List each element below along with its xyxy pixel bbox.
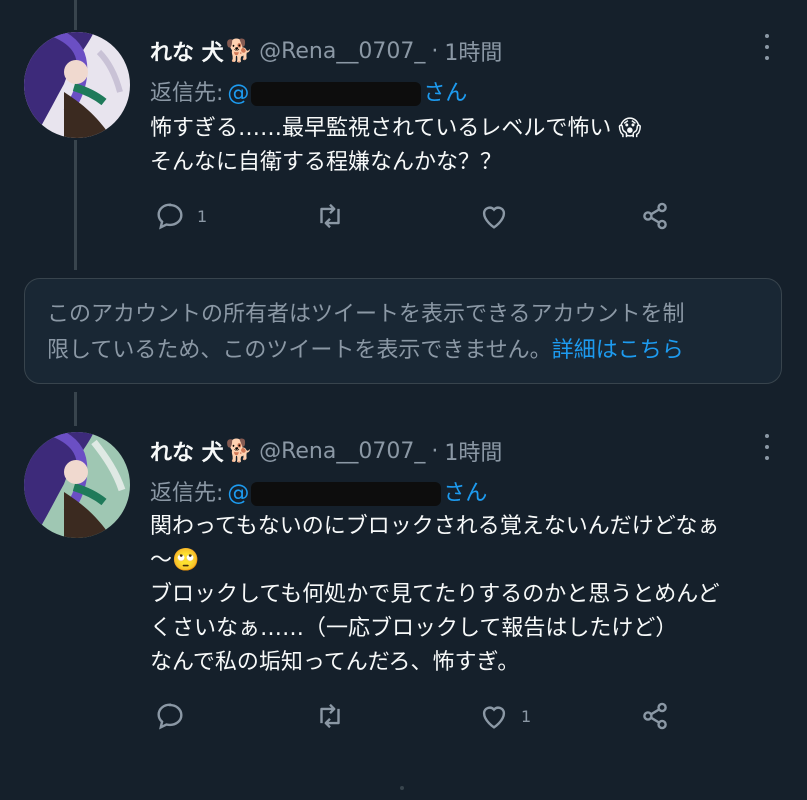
reply-to-label: 返信先: <box>150 81 224 106</box>
tweet-header: れな 犬 🐕 @Rena__0707_ · 1時間 <box>150 35 502 67</box>
user-handle[interactable]: @Rena__0707_ <box>259 439 425 464</box>
tweet-text-line: くさいなぁ……（一応ブロックして報告はしたけど） <box>150 616 678 641</box>
share-icon <box>643 702 667 730</box>
share-button[interactable] <box>638 199 672 233</box>
reply-to-suffix: さん <box>443 481 488 506</box>
retweet-button[interactable] <box>313 199 357 233</box>
avatar[interactable] <box>24 32 130 138</box>
tweet-text-line: 関わってもないのにブロックされる覚えないんだけどなぁ <box>150 514 720 539</box>
notice-text: 限しているため、このツイートを表示できません。 <box>47 338 552 363</box>
dog-emoji: 🐕 <box>225 438 254 464</box>
tweet[interactable]: れな 犬 🐕 @Rena__0707_ · 1時間 返信先: @ さん 関わっても… <box>0 400 807 740</box>
reply-to-user[interactable]: @ さん <box>227 475 487 507</box>
dog-emoji: 🐕 <box>225 38 254 64</box>
redaction <box>251 82 422 106</box>
tweet-header: れな 犬 🐕 @Rena__0707_ · 1時間 <box>150 435 502 467</box>
tweet-text: 怖すぎる……最早監視されているレベルで怖い 😱 そんなに自衛する程嫌なんかな？？ <box>150 112 770 180</box>
share-button[interactable] <box>638 699 672 733</box>
user-handle[interactable]: @Rena__0707_ <box>259 39 425 64</box>
retweet-icon <box>320 703 340 729</box>
tweet-text-line: 〜🙄 <box>150 548 200 573</box>
notice-text-line: 限しているため、このツイートを表示できません。詳細はこちら <box>47 333 759 369</box>
like-button[interactable] <box>477 199 521 233</box>
tweet-text-line: 怖すぎる……最早監視されているレベルで怖い 😱 <box>150 116 642 141</box>
restricted-tweet-notice: このアカウントの所有者はツイートを表示できるアカウントを制 限しているため、この… <box>24 278 782 384</box>
notice-text-line: このアカウントの所有者はツイートを表示できるアカウントを制 <box>47 302 685 327</box>
reply-button[interactable] <box>153 699 197 733</box>
tweet-actions: 1 <box>150 699 680 733</box>
separator: · <box>431 438 439 464</box>
tweet-text-line: なんで私の垢知ってんだろ、怖すぎ。 <box>150 650 520 675</box>
reply-icon <box>157 203 183 230</box>
like-icon <box>482 706 506 729</box>
tweet-text-line: ブロックしても何処かで見てたりするのかと思うとめんど <box>150 582 720 607</box>
learn-more-link[interactable]: 詳細はこちら <box>552 338 684 363</box>
retweet-button[interactable] <box>313 699 357 733</box>
avatar[interactable] <box>24 432 130 538</box>
scroll-indicator <box>400 786 404 790</box>
like-count: 1 <box>521 706 532 726</box>
reply-button[interactable]: 1 <box>153 199 207 233</box>
more-icon[interactable] <box>760 434 774 460</box>
reply-to-suffix: さん <box>423 81 468 106</box>
redaction <box>251 482 442 506</box>
timestamp[interactable]: 1時間 <box>444 35 502 67</box>
reply-to-user[interactable]: @ さん <box>227 75 467 107</box>
separator: · <box>431 38 439 64</box>
like-icon <box>482 206 506 229</box>
reply-to-prefix: @ <box>227 81 250 106</box>
tweet-actions: 1 <box>150 199 680 233</box>
retweet-icon <box>320 203 340 229</box>
tweet-text-line: そんなに自衛する程嫌なんかな？？ <box>150 150 503 175</box>
reply-to: 返信先: @ さん <box>150 75 467 107</box>
tweet[interactable]: れな 犬 🐕 @Rena__0707_ · 1時間 返信先: @ さん 怖すぎる…… <box>0 0 807 260</box>
share-icon <box>643 202 667 230</box>
reply-to-label: 返信先: <box>150 481 224 506</box>
reply-to: 返信先: @ さん <box>150 475 487 507</box>
like-button[interactable]: 1 <box>477 699 531 733</box>
reply-icon <box>157 703 183 730</box>
display-name[interactable]: れな 犬 <box>150 35 224 67</box>
reply-count: 1 <box>197 206 208 226</box>
reply-to-prefix: @ <box>227 481 250 506</box>
display-name[interactable]: れな 犬 <box>150 435 224 467</box>
more-icon[interactable] <box>760 34 774 60</box>
timestamp[interactable]: 1時間 <box>444 435 502 467</box>
tweet-text: 関わってもないのにブロックされる覚えないんだけどなぁ 〜🙄 ブロックしても何処か… <box>150 510 770 680</box>
